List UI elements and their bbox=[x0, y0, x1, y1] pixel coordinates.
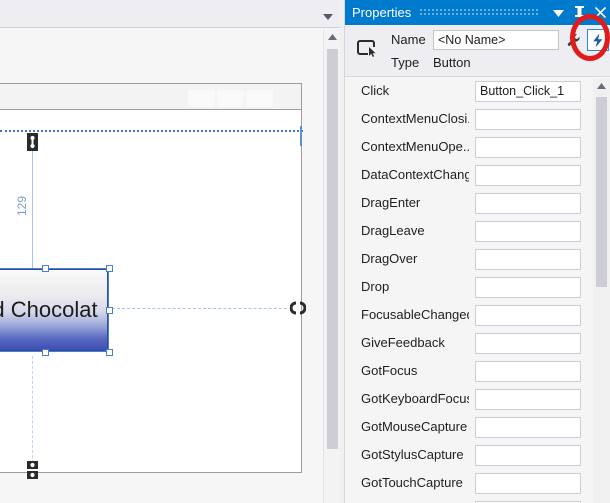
chevron-down-icon[interactable] bbox=[322, 9, 334, 20]
property-row[interactable]: GotStylusCapture bbox=[345, 442, 594, 470]
type-value: Button bbox=[433, 55, 471, 70]
property-value-input[interactable] bbox=[475, 165, 581, 186]
property-row[interactable]: DragEnter bbox=[345, 190, 594, 218]
property-name: GotKeyboardFocus bbox=[361, 391, 469, 406]
property-row[interactable]: FocusableChanged bbox=[345, 302, 594, 330]
property-name: GotFocus bbox=[361, 363, 418, 378]
event-properties-list[interactable]: Click Button_Click_1 ContextMenuClosi... Co… bbox=[345, 78, 594, 503]
property-name: ContextMenuOpe... bbox=[361, 139, 469, 154]
margin-anchor-right-icon[interactable] bbox=[289, 301, 307, 315]
property-value-input[interactable] bbox=[475, 417, 581, 438]
design-window-minimize-button[interactable] bbox=[188, 90, 215, 107]
property-row[interactable]: GotKeyboardFocus bbox=[345, 386, 594, 414]
property-name: Click bbox=[361, 83, 390, 98]
margin-anchor-bottom-icon[interactable] bbox=[27, 461, 38, 479]
property-row[interactable]: ContextMenuOpe... bbox=[345, 134, 594, 162]
property-value-input[interactable] bbox=[475, 221, 581, 242]
pin-icon[interactable] bbox=[569, 0, 590, 25]
property-value-input[interactable] bbox=[475, 473, 581, 494]
design-surface-button[interactable]: d Chocolat bbox=[0, 269, 108, 351]
property-row[interactable]: DragLeave bbox=[345, 218, 594, 246]
properties-header: Name <No Name> Type Button bbox=[345, 25, 610, 77]
property-value-input[interactable] bbox=[475, 193, 581, 214]
element-selector-icon bbox=[353, 35, 383, 63]
margin-anchor-top-icon[interactable] bbox=[27, 133, 38, 151]
name-input[interactable]: <No Name> bbox=[433, 30, 559, 50]
property-row[interactable]: GiveFeedback bbox=[345, 330, 594, 358]
property-value-input[interactable] bbox=[475, 361, 581, 382]
property-row[interactable]: Click Button_Click_1 bbox=[345, 78, 594, 106]
properties-tool-window: Properties Name <No Name> Type Button Cl… bbox=[344, 0, 610, 503]
property-row[interactable]: GotMouseCapture bbox=[345, 414, 594, 442]
design-window-titlebar bbox=[0, 84, 301, 110]
property-value-input[interactable] bbox=[475, 277, 581, 298]
property-name: GotMouseCapture bbox=[361, 419, 468, 434]
property-row[interactable]: GotTouchCapture bbox=[345, 470, 594, 498]
designer-vertical-scrollbar[interactable] bbox=[323, 29, 340, 503]
property-value-input[interactable] bbox=[475, 445, 581, 466]
snapline-horizontal bbox=[0, 130, 303, 132]
property-name: FocusableChanged bbox=[361, 307, 469, 322]
properties-vertical-scrollbar[interactable] bbox=[593, 78, 610, 503]
name-label: Name bbox=[391, 32, 426, 47]
vs-designer-screen: 129 d Chocolat Properties Name <No Name>… bbox=[0, 0, 610, 503]
property-row[interactable]: Drop bbox=[345, 274, 594, 302]
property-name: GotTouchCapture bbox=[361, 475, 463, 490]
chevron-down-icon[interactable] bbox=[548, 0, 569, 25]
margin-line-bottom bbox=[32, 356, 33, 468]
property-value-input[interactable] bbox=[475, 137, 581, 158]
scroll-up-arrow-icon[interactable] bbox=[593, 78, 609, 95]
designer-scrollbar-thumb[interactable] bbox=[327, 49, 338, 449]
margin-top-value: 129 bbox=[15, 195, 29, 217]
snapline-end-cap bbox=[300, 126, 302, 146]
scroll-up-arrow-icon[interactable] bbox=[324, 29, 340, 46]
property-row[interactable]: DataContextChang... bbox=[345, 162, 594, 190]
properties-scrollbar-thumb[interactable] bbox=[596, 97, 607, 287]
wrench-icon[interactable] bbox=[563, 29, 585, 51]
property-row[interactable]: GotFocus bbox=[345, 358, 594, 386]
xaml-designer-pane: 129 d Chocolat bbox=[0, 0, 340, 503]
property-row[interactable]: DragOver bbox=[345, 246, 594, 274]
property-value-input[interactable] bbox=[475, 389, 581, 410]
properties-titlebar[interactable]: Properties bbox=[345, 0, 610, 25]
property-name: DataContextChang... bbox=[361, 167, 469, 182]
property-name: ContextMenuClosi... bbox=[361, 111, 469, 126]
property-name: DragOver bbox=[361, 251, 418, 266]
properties-title: Properties bbox=[352, 5, 412, 20]
designer-canvas[interactable]: 129 d Chocolat bbox=[0, 29, 340, 503]
property-value-input[interactable] bbox=[475, 109, 581, 130]
property-name: GotStylusCapture bbox=[361, 447, 464, 462]
property-name: DragEnter bbox=[361, 195, 421, 210]
property-value-input[interactable] bbox=[475, 333, 581, 354]
designer-toolstrip bbox=[0, 0, 340, 28]
design-window-close-button[interactable] bbox=[246, 90, 273, 107]
property-name: GiveFeedback bbox=[361, 335, 445, 350]
close-icon[interactable] bbox=[590, 0, 610, 25]
property-name: Drop bbox=[361, 279, 390, 294]
property-value-input[interactable] bbox=[475, 305, 581, 326]
type-label: Type bbox=[391, 55, 420, 70]
lightning-bolt-icon[interactable] bbox=[587, 29, 609, 51]
property-row[interactable]: Initialized bbox=[345, 498, 594, 503]
property-value-input[interactable] bbox=[475, 249, 581, 270]
design-window-maximize-button[interactable] bbox=[217, 90, 244, 107]
property-row[interactable]: ContextMenuClosi... bbox=[345, 106, 594, 134]
property-value-input[interactable]: Button_Click_1 bbox=[475, 81, 581, 102]
titlebar-drag-dots[interactable] bbox=[419, 8, 540, 17]
guide-line-horizontal bbox=[112, 308, 292, 309]
design-surface-button-label: d Chocolat bbox=[0, 297, 98, 322]
property-name: DragLeave bbox=[361, 223, 425, 238]
